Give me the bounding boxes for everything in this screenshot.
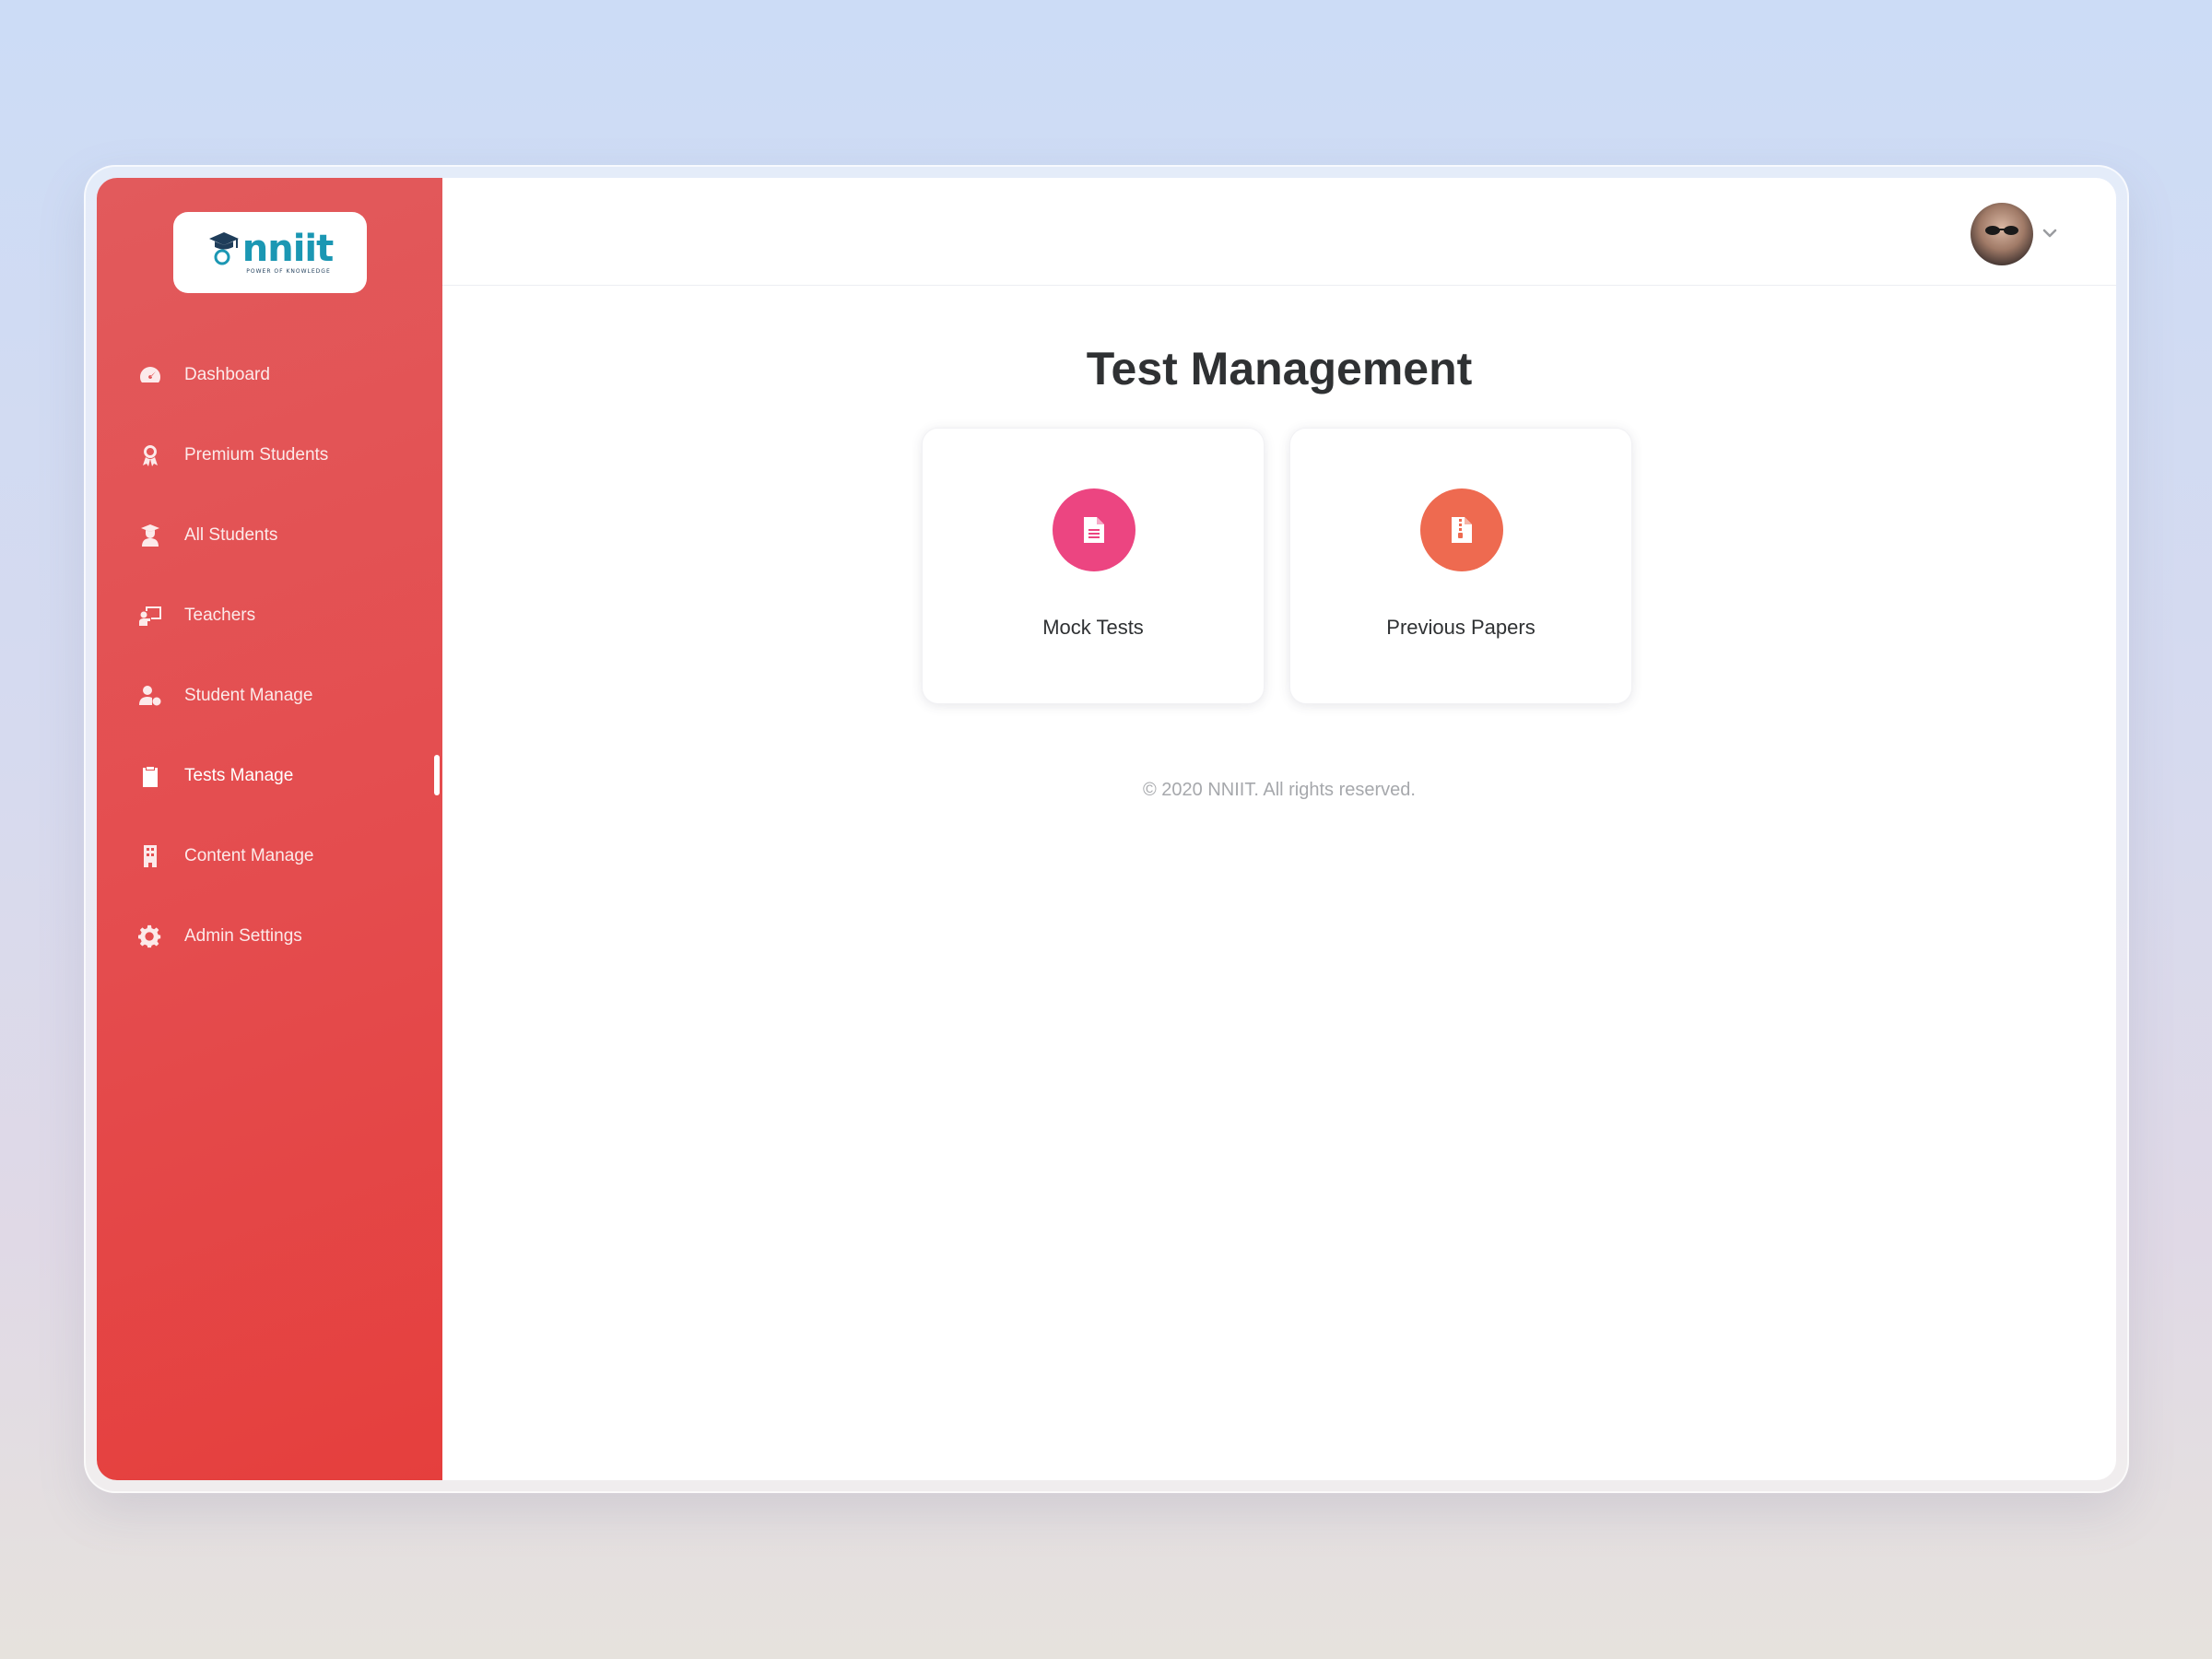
sidebar-item-label: Content Manage bbox=[184, 845, 314, 865]
building-icon bbox=[136, 842, 164, 870]
clipboard-icon bbox=[136, 762, 164, 790]
page-title: Test Management bbox=[1086, 343, 1473, 394]
chevron-down-icon[interactable] bbox=[2041, 224, 2059, 242]
gauge-icon bbox=[136, 361, 164, 389]
mock-tests-icon-circle bbox=[1053, 488, 1135, 571]
previous-papers-icon-circle bbox=[1420, 488, 1503, 571]
mock-tests-label: Mock Tests bbox=[1042, 616, 1144, 639]
sidebar-item-teachers[interactable]: Teachers bbox=[97, 575, 442, 655]
archive-file-icon bbox=[1452, 517, 1472, 543]
sidebar-item-label: Premium Students bbox=[184, 444, 329, 465]
sidebar-item-student-manage[interactable]: Student Manage bbox=[97, 655, 442, 735]
card-grid: Mock Tests Previous Papers bbox=[922, 428, 1632, 704]
sidebar-item-dashboard[interactable]: Dashboard bbox=[97, 335, 442, 415]
sidebar-item-admin-settings[interactable]: Admin Settings bbox=[97, 896, 442, 976]
logo-mark: nniit bbox=[207, 228, 334, 270]
teacher-icon bbox=[136, 602, 164, 629]
logo-text: nniit bbox=[241, 228, 334, 270]
main-content: Test Management Mock Tests Previous Pape… bbox=[442, 178, 2116, 1480]
sidebar-item-tests-manage[interactable]: Tests Manage bbox=[97, 735, 442, 816]
award-icon bbox=[136, 441, 164, 469]
mock-tests-card[interactable]: Mock Tests bbox=[922, 428, 1265, 704]
top-bar bbox=[442, 178, 2116, 286]
graduation-cap-icon bbox=[208, 232, 239, 265]
logo-tagline: POWER OF KNOWLEDGE bbox=[246, 268, 331, 275]
gear-icon bbox=[136, 923, 164, 950]
active-indicator bbox=[434, 755, 440, 795]
sidebar-nav: Dashboard Premium Students All Students … bbox=[97, 335, 442, 976]
avatar-photo bbox=[1985, 226, 2018, 235]
sidebar-item-label: Admin Settings bbox=[184, 925, 302, 946]
sidebar-item-content-manage[interactable]: Content Manage bbox=[97, 816, 442, 896]
sidebar-item-label: Tests Manage bbox=[184, 765, 294, 785]
sidebar-item-label: Dashboard bbox=[184, 364, 270, 384]
previous-papers-card[interactable]: Previous Papers bbox=[1289, 428, 1632, 704]
footer-copyright: © 2020 NNIIT. All rights reserved. bbox=[1143, 780, 1416, 800]
sidebar: nniit POWER OF KNOWLEDGE Dashboard Premi… bbox=[97, 178, 442, 1480]
sidebar-item-label: Student Manage bbox=[184, 685, 313, 705]
sidebar-item-label: Teachers bbox=[184, 605, 256, 625]
graduate-icon bbox=[136, 522, 164, 549]
user-avatar[interactable] bbox=[1971, 203, 2033, 265]
sidebar-item-all-students[interactable]: All Students bbox=[97, 495, 442, 575]
logo[interactable]: nniit POWER OF KNOWLEDGE bbox=[173, 212, 367, 293]
user-gear-icon bbox=[136, 682, 164, 710]
sidebar-item-label: All Students bbox=[184, 524, 278, 545]
app-window: nniit POWER OF KNOWLEDGE Dashboard Premi… bbox=[97, 178, 2116, 1480]
document-icon bbox=[1084, 517, 1104, 543]
previous-papers-label: Previous Papers bbox=[1386, 616, 1535, 639]
sidebar-item-premium-students[interactable]: Premium Students bbox=[97, 415, 442, 495]
